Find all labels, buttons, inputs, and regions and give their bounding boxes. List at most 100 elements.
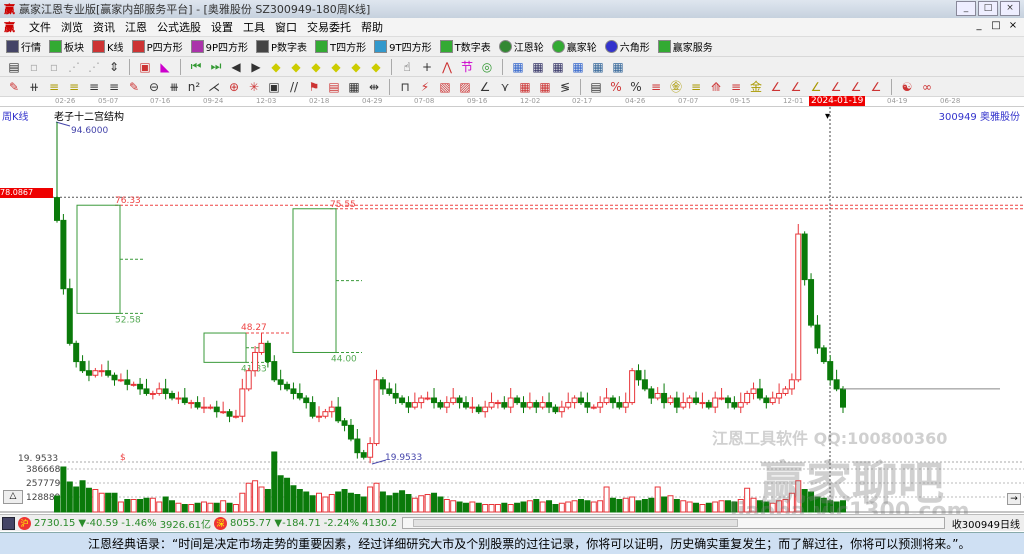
toolbar-sector-button[interactable]: 板块: [49, 39, 84, 54]
angle6-icon[interactable]: ∠: [848, 80, 864, 94]
hand-icon[interactable]: ☝: [399, 60, 415, 74]
matrix2-icon[interactable]: ▦: [537, 80, 553, 94]
menu-tools[interactable]: 工具: [243, 19, 265, 35]
kline-chart[interactable]: 76.3352.5875.5544.0048.2741.8394.600019.…: [0, 107, 1024, 524]
scrollbar-thumb[interactable]: [413, 519, 738, 527]
wave-icon[interactable]: ≶: [557, 80, 573, 94]
parallel-icon[interactable]: ⧻: [166, 80, 182, 94]
gold-line-icon[interactable]: ≡: [46, 80, 62, 94]
pen-icon[interactable]: ✎: [6, 80, 22, 94]
shift-right-icon[interactable]: ◆: [328, 60, 344, 74]
menu-window[interactable]: 窗口: [275, 19, 297, 35]
toolbar-9p-square-button[interactable]: 9P四方形: [190, 39, 248, 54]
close-button[interactable]: ×: [1000, 1, 1020, 16]
toolbar-quote-button[interactable]: 行情: [6, 39, 41, 54]
v-icon[interactable]: ⋎: [497, 80, 513, 94]
first-icon[interactable]: ⏮: [188, 59, 204, 74]
level-icon[interactable]: ≡: [728, 80, 744, 94]
angle-icon[interactable]: ⋌: [206, 80, 222, 94]
menu-help[interactable]: 帮助: [361, 19, 383, 35]
mdi-minimize-button[interactable]: _: [972, 20, 986, 31]
toolbar-gann-wheel-button[interactable]: 江恩轮: [498, 39, 544, 54]
target-icon[interactable]: ⊕: [226, 80, 242, 94]
gold-ratio-icon[interactable]: ≡: [688, 80, 704, 94]
grid-icon[interactable]: ⧺: [26, 80, 42, 94]
mdi-close-button[interactable]: ×: [1006, 20, 1020, 31]
zone-icon[interactable]: ▤: [326, 80, 342, 94]
infinity-icon[interactable]: ∞: [919, 80, 935, 94]
frame-icon[interactable]: ⊓: [397, 80, 413, 94]
menu-settings[interactable]: 设置: [211, 19, 233, 35]
solar-term-icon[interactable]: 节: [459, 58, 475, 75]
compress-icon[interactable]: ◆: [348, 60, 364, 74]
toolbar-kline-button[interactable]: K线: [92, 39, 124, 54]
box-icon[interactable]: ▣: [266, 80, 282, 94]
yinyang-icon[interactable]: ☯: [899, 80, 915, 94]
gold-line2-icon[interactable]: ≡: [66, 80, 82, 94]
gann-angle-icon[interactable]: ∠: [477, 80, 493, 94]
expand-icon[interactable]: ◆: [368, 60, 384, 74]
menu-trade[interactable]: 交易委托: [307, 19, 351, 35]
menu-file[interactable]: 文件: [29, 19, 51, 35]
gold-text-icon[interactable]: 金: [748, 78, 764, 95]
toolbar-9t-square-button[interactable]: 9T四方形: [374, 39, 432, 54]
star-icon[interactable]: ✳: [246, 80, 262, 94]
arrow-icon[interactable]: ⟰: [708, 80, 724, 94]
flag-icon[interactable]: ⚑: [306, 80, 322, 94]
menu-formula[interactable]: 公式选股: [157, 19, 201, 35]
toolbar-hexagon-button[interactable]: 六角形: [604, 39, 650, 54]
angle4-icon[interactable]: ∠: [808, 80, 824, 94]
weight2-icon[interactable]: ⋰: [86, 60, 102, 74]
angle7-icon[interactable]: ∠: [868, 80, 884, 94]
circle-icon[interactable]: ⊖: [146, 80, 162, 94]
adjust-icon[interactable]: ⇕: [106, 60, 122, 74]
angle2-icon[interactable]: ∠: [768, 80, 784, 94]
zoom-in-icon[interactable]: ◆: [268, 60, 284, 74]
calc-icon[interactable]: ▦: [530, 60, 546, 74]
peak-icon[interactable]: ⋀: [439, 60, 455, 74]
trade-icon[interactable]: ▦: [610, 60, 626, 74]
maximize-button[interactable]: □: [978, 1, 998, 16]
ratio-icon[interactable]: ▤: [588, 80, 604, 94]
menu-news[interactable]: 资讯: [93, 19, 115, 35]
range-icon[interactable]: ⇹: [366, 80, 382, 94]
gold-icon[interactable]: ㊎: [668, 78, 684, 95]
gann-box-icon[interactable]: ▧: [437, 80, 453, 94]
weight1-icon[interactable]: ⋰: [66, 60, 82, 74]
menu-browse[interactable]: 浏览: [61, 19, 83, 35]
save-icon[interactable]: ▦: [570, 60, 586, 74]
angle3-icon[interactable]: ∠: [788, 80, 804, 94]
draw-icon[interactable]: ✎: [126, 80, 142, 94]
minimize-button[interactable]: _: [956, 1, 976, 16]
toolbar-winner-wheel-button[interactable]: 赢家轮: [551, 39, 597, 54]
square-icon[interactable]: n²: [186, 80, 202, 94]
horizontal-scrollbar[interactable]: [402, 517, 945, 529]
toolbar-p-number-button[interactable]: P数字表: [256, 39, 307, 54]
prev-icon[interactable]: ◀: [228, 60, 244, 74]
calculator-icon[interactable]: [2, 516, 15, 530]
report-icon[interactable]: ▦: [550, 60, 566, 74]
toolbar-dollar-button[interactable]: 赢家服务: [657, 39, 713, 54]
zoom-out-icon[interactable]: ◆: [288, 60, 304, 74]
toolbar-p-square-button[interactable]: P四方形: [131, 39, 183, 54]
last-icon[interactable]: ⏭: [208, 59, 224, 74]
toolbar-t-number-button[interactable]: T数字表: [439, 39, 491, 54]
matrix-icon[interactable]: ▦: [517, 80, 533, 94]
fib-icon[interactable]: %: [608, 80, 624, 94]
indicator-icon[interactable]: ◣: [157, 60, 173, 74]
gann-grid-icon[interactable]: ▨: [457, 80, 473, 94]
formula-icon[interactable]: ▣: [137, 60, 153, 74]
next-icon[interactable]: ▶: [248, 60, 264, 74]
percent-icon[interactable]: %: [628, 80, 644, 94]
period-select-icon[interactable]: ▤: [6, 60, 22, 74]
expand-triangle-button[interactable]: △: [3, 490, 23, 504]
angle5-icon[interactable]: ∠: [828, 80, 844, 94]
scroll-right-arrow[interactable]: →: [1007, 493, 1021, 505]
calendar-icon[interactable]: ▦: [510, 60, 526, 74]
astro-icon[interactable]: ◎: [479, 60, 495, 74]
gann-fan-icon[interactable]: ⚡: [417, 80, 433, 94]
network-icon[interactable]: ▦: [590, 60, 606, 74]
fib-pct-icon[interactable]: ≡: [648, 80, 664, 94]
crosshair-icon[interactable]: +: [419, 60, 435, 74]
fan-icon[interactable]: ≡: [106, 80, 122, 94]
